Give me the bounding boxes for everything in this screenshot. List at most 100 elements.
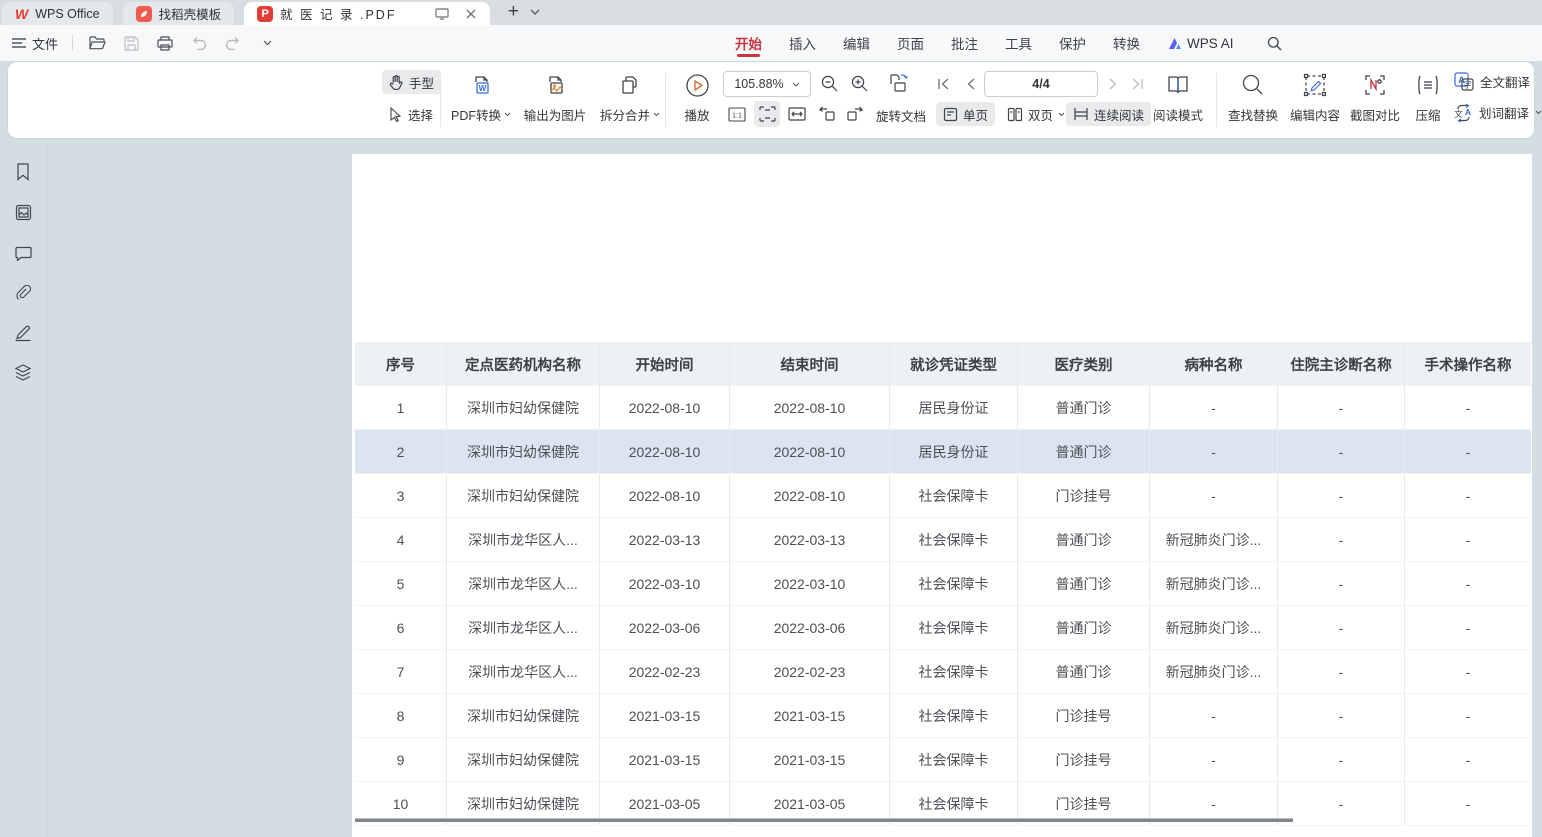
double-page-label: 双页	[1028, 105, 1053, 124]
tab-wps-office[interactable]: W WPS Office	[2, 2, 113, 25]
menu-item-tools[interactable]: 工具	[1005, 25, 1032, 61]
hamburger-icon	[12, 38, 26, 48]
docer-icon	[136, 6, 152, 22]
new-tab-button[interactable]: +	[502, 1, 524, 23]
chevron-down-icon	[1535, 110, 1542, 115]
open-file-icon[interactable]	[87, 33, 107, 53]
comment-icon[interactable]	[13, 243, 33, 263]
menu-bar: 文件	[0, 25, 1542, 61]
svg-text:A: A	[1465, 107, 1471, 117]
single-page-label: 单页	[963, 105, 988, 124]
screen-share-icon[interactable]	[431, 3, 453, 25]
fit-page-button[interactable]	[754, 101, 780, 127]
menu-item-convert[interactable]: 转换	[1113, 25, 1140, 61]
undo-icon[interactable]	[189, 33, 209, 53]
next-page-button[interactable]	[1100, 71, 1126, 97]
tab-list-chevron-icon[interactable]	[524, 1, 546, 23]
menu-item-page[interactable]: 页面	[897, 25, 924, 61]
rotate-document-label[interactable]: 旋转文档	[876, 106, 926, 125]
table-cell: 社会保障卡	[890, 518, 1018, 561]
layers-icon[interactable]	[13, 362, 33, 382]
full-translate-label: 全文翻译	[1480, 72, 1530, 91]
zoom-in-button[interactable]	[846, 70, 872, 96]
tab-docer-templates[interactable]: 找稻壳模板	[123, 2, 235, 25]
read-mode-button[interactable]: 阅读模式	[1147, 70, 1209, 124]
redo-icon[interactable]	[223, 33, 243, 53]
attachment-icon[interactable]	[13, 283, 33, 303]
horizontal-scrollbar[interactable]	[355, 818, 1293, 822]
first-page-button[interactable]	[930, 71, 956, 97]
fit-width-button[interactable]	[784, 101, 810, 127]
table-cell: 2022-02-23	[600, 650, 730, 693]
close-tab-icon[interactable]	[460, 3, 482, 25]
table-cell: 门诊挂号	[1018, 694, 1150, 737]
menu-item-insert[interactable]: 插入	[789, 25, 816, 61]
table-cell: 深圳市妇幼保健院	[447, 386, 600, 429]
table-header-cell: 住院主诊断名称	[1278, 342, 1405, 386]
pdf-convert-button[interactable]: W PDF转换	[444, 70, 518, 124]
split-merge-button[interactable]: 拆分合并	[592, 70, 668, 124]
zoom-level-select[interactable]: 105.88%	[723, 71, 811, 97]
divider	[1216, 73, 1217, 127]
page-number-input[interactable]: 4/4	[984, 71, 1098, 97]
thumbnail-icon[interactable]	[13, 202, 33, 222]
continuous-read-button[interactable]: 连续阅读	[1066, 102, 1151, 126]
table-cell: 2022-03-06	[730, 606, 890, 649]
table-cell: -	[1405, 518, 1531, 561]
find-replace-button[interactable]: 查找替换	[1222, 70, 1284, 124]
table-cell: -	[1278, 386, 1405, 429]
hand-icon	[389, 74, 404, 90]
play-button[interactable]: 播放	[674, 70, 720, 124]
file-menu-button[interactable]: 文件	[12, 34, 58, 53]
print-icon[interactable]	[155, 33, 175, 53]
table-cell: -	[1278, 474, 1405, 517]
screenshot-compare-button[interactable]: 截图对比	[1344, 70, 1406, 124]
zoom-out-button[interactable]	[816, 70, 842, 96]
table-cell: 深圳市龙华区人...	[447, 650, 600, 693]
table-cell: 门诊挂号	[1018, 738, 1150, 781]
tab-document-pdf[interactable]: P 就 医 记 录 .PDF	[244, 2, 490, 25]
table-row: 4深圳市龙华区人...2022-03-132022-03-13社会保障卡普通门诊…	[355, 518, 1531, 562]
menu-item-protect[interactable]: 保护	[1059, 25, 1086, 61]
save-icon[interactable]	[121, 33, 141, 53]
actual-size-button[interactable]: 1:1	[724, 101, 750, 127]
signature-icon[interactable]	[13, 323, 33, 343]
table-cell: -	[1278, 606, 1405, 649]
menu-item-edit[interactable]: 编辑	[843, 25, 870, 61]
full-translate-button[interactable]: A 字 全文翻译	[1454, 72, 1530, 91]
export-image-icon	[516, 70, 594, 100]
rotate-right-button[interactable]	[842, 101, 868, 127]
table-cell: 深圳市龙华区人...	[447, 562, 600, 605]
edit-content-label: 编辑内容	[1290, 105, 1340, 124]
compress-button[interactable]: 压缩	[1406, 70, 1450, 124]
table-cell: -	[1150, 386, 1278, 429]
table-row: 7深圳市龙华区人...2022-02-232022-02-23社会保障卡普通门诊…	[355, 650, 1531, 694]
table-cell: -	[1405, 474, 1531, 517]
table-cell: 社会保障卡	[890, 738, 1018, 781]
edit-content-button[interactable]: 编辑内容	[1284, 70, 1346, 124]
menu-search-icon[interactable]	[1265, 33, 1285, 53]
table-row: 3深圳市妇幼保健院2022-08-102022-08-10社会保障卡门诊挂号--…	[355, 474, 1531, 518]
rotate-left-button[interactable]	[814, 101, 840, 127]
select-tool-button[interactable]: 选择	[382, 102, 440, 126]
menu-item-comment[interactable]: 批注	[951, 25, 978, 61]
rotate-document-icon[interactable]	[884, 68, 914, 98]
double-page-button[interactable]: 双页	[1000, 102, 1072, 126]
table-cell: 普通门诊	[1018, 518, 1150, 561]
wps-ai-button[interactable]: WPS AI	[1167, 36, 1234, 51]
table-cell: -	[1278, 650, 1405, 693]
table-cell: 深圳市妇幼保健院	[447, 430, 600, 473]
table-cell: 社会保障卡	[890, 650, 1018, 693]
table-header-cell: 手术操作名称	[1405, 342, 1531, 386]
left-panel-bar	[0, 142, 47, 837]
continuous-read-label: 连续阅读	[1094, 105, 1144, 124]
bookmark-icon[interactable]	[13, 162, 33, 182]
file-menu-label: 文件	[32, 34, 58, 53]
previous-page-button[interactable]	[958, 71, 984, 97]
export-as-image-button[interactable]: 输出为图片	[516, 70, 594, 124]
hand-tool-button[interactable]: 手型	[382, 70, 441, 94]
more-actions-chevron-icon[interactable]	[257, 33, 277, 53]
menu-item-home[interactable]: 开始	[735, 25, 762, 61]
word-translate-button[interactable]: 文 A 划词翻译	[1454, 103, 1542, 122]
single-page-button[interactable]: 单页	[936, 102, 995, 126]
